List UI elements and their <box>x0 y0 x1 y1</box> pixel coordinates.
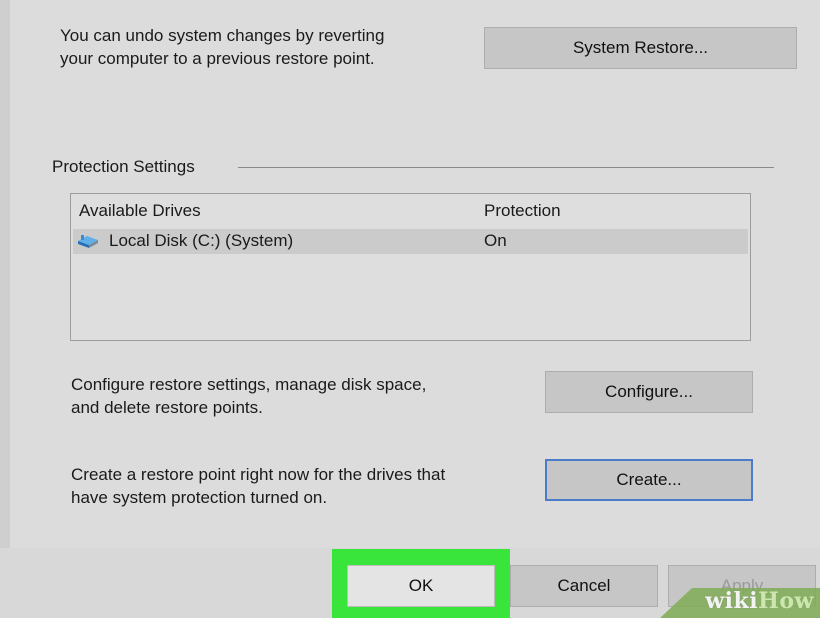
cancel-button[interactable]: Cancel <box>510 565 658 607</box>
groupbox-divider <box>238 167 774 168</box>
table-row[interactable]: Local Disk (C:) (System) On <box>73 229 748 254</box>
drives-listbox[interactable]: Available Drives Protection Local Disk (… <box>70 193 751 341</box>
column-header-drives[interactable]: Available Drives <box>79 200 201 222</box>
restore-description-line1: You can undo system changes by reverting <box>60 26 385 45</box>
system-restore-button[interactable]: System Restore... <box>484 27 797 69</box>
configure-description-line2: and delete restore points. <box>71 398 263 417</box>
restore-description-line2: your computer to a previous restore poin… <box>60 49 375 68</box>
configure-button[interactable]: Configure... <box>545 371 753 413</box>
protection-settings-title: Protection Settings <box>52 157 195 176</box>
create-description-line1: Create a restore point right now for the… <box>71 465 446 484</box>
watermark-part2: How <box>758 588 814 614</box>
configure-description-line1: Configure restore settings, manage disk … <box>71 375 427 394</box>
create-button[interactable]: Create... <box>545 459 753 501</box>
create-description-line2: have system protection turned on. <box>71 488 328 507</box>
drive-icon <box>78 235 98 248</box>
wikihow-watermark: wikiHow <box>705 588 814 614</box>
drive-name: Local Disk (C:) (System) <box>109 231 294 250</box>
watermark-part1: wiki <box>705 588 759 614</box>
column-header-protection[interactable]: Protection <box>484 200 561 222</box>
drive-protection-status: On <box>484 231 507 250</box>
ok-button[interactable]: OK <box>347 565 495 607</box>
